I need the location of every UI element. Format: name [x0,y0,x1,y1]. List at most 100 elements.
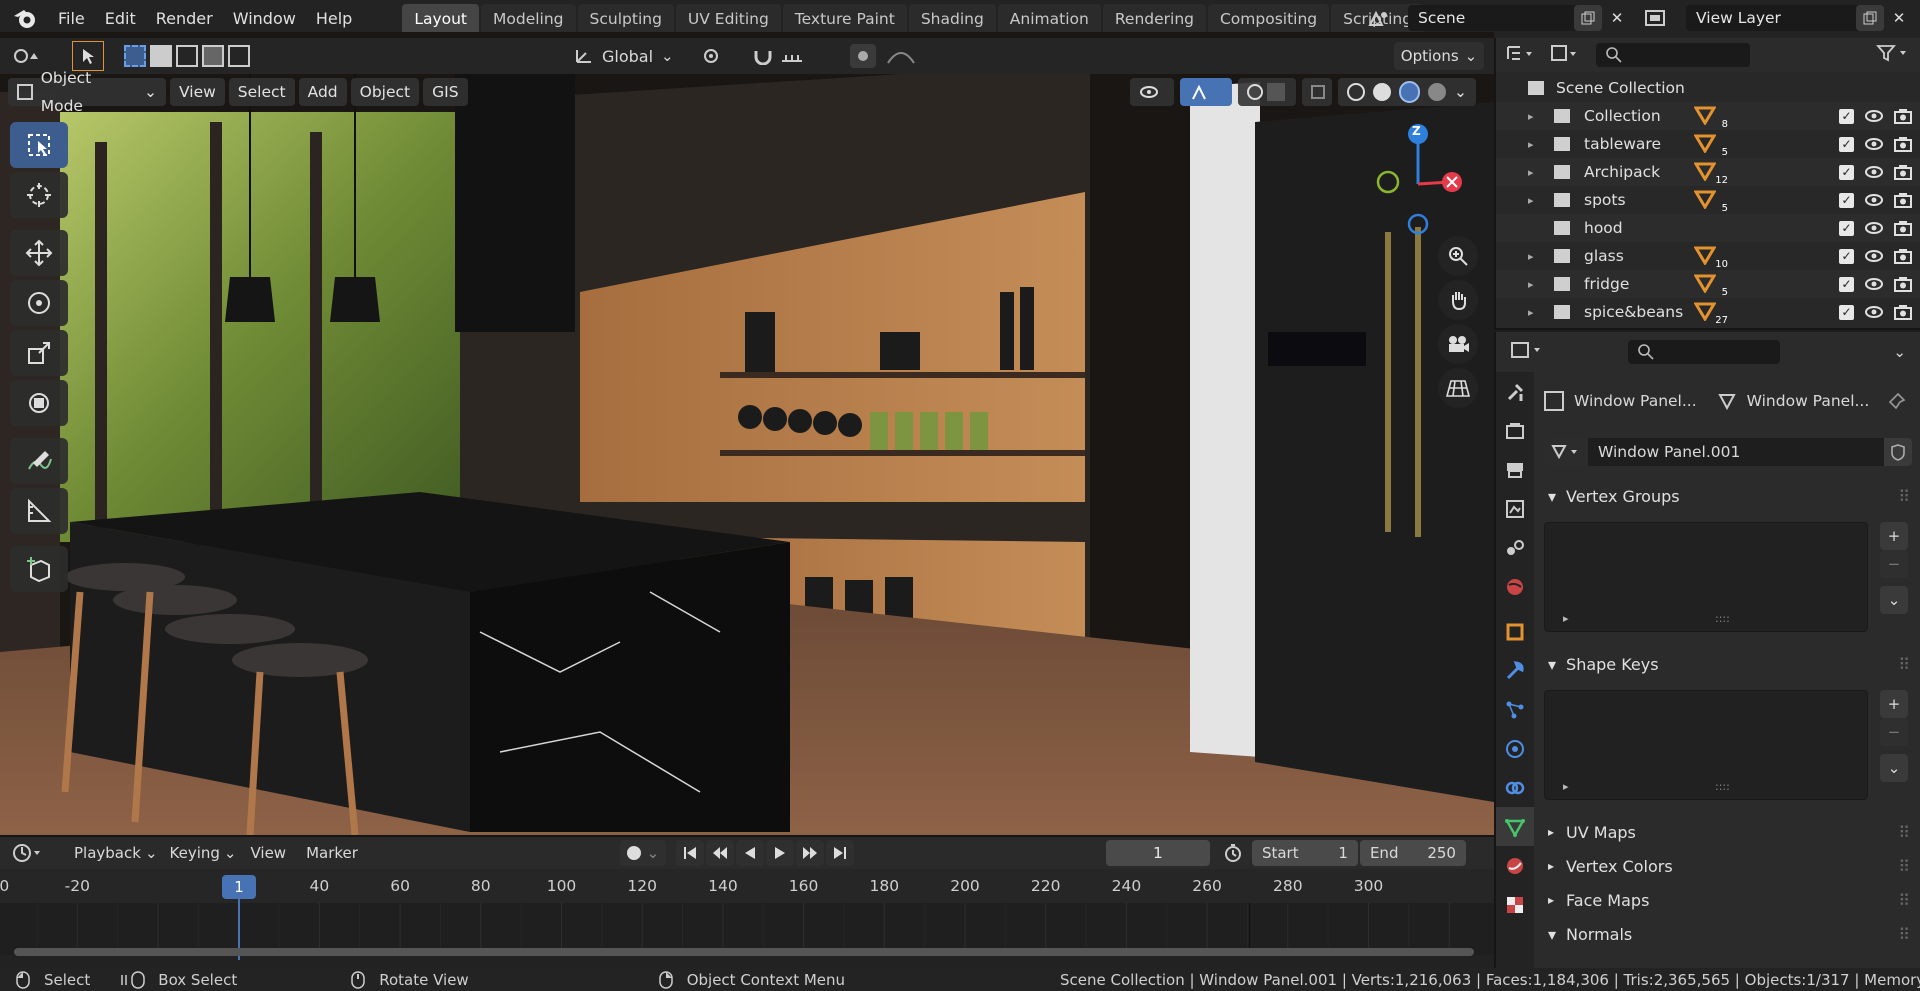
viewport-menu-add[interactable]: Add [298,78,347,106]
camera-render-icon[interactable] [1894,304,1912,320]
record-keyframe-button[interactable]: ⌄ [619,840,666,866]
outliner-editor-icon[interactable] [1506,44,1546,66]
tab-texture-paint[interactable]: Texture Paint [782,4,907,34]
list-resize-handle-icon[interactable]: :::: [1715,780,1730,793]
expand-arrow-icon[interactable]: ▸ [1528,278,1542,291]
vertex-groups-list[interactable]: ▸ :::: [1544,522,1868,632]
scene-name-field[interactable]: Scene [1408,5,1584,31]
exclude-checkbox[interactable]: ✓ [1839,276,1854,292]
view-layer-field[interactable]: View Layer [1686,5,1866,31]
select-box-tool[interactable] [10,122,68,168]
particles-tab-icon[interactable] [1496,690,1534,729]
view-layer-icon[interactable] [1644,5,1684,31]
scale-tool[interactable] [10,330,68,376]
mesh-name-field[interactable]: Window Panel.001 [1598,443,1740,461]
properties-search-input[interactable] [1628,340,1780,364]
mesh-data-tab-icon[interactable] [1496,807,1534,846]
scene-icon[interactable] [1364,5,1394,31]
add-cube-tool[interactable] [10,546,68,592]
transform-orientation[interactable]: Global ⌄ [574,47,674,66]
outliner-search-input[interactable] [1596,43,1750,67]
new-scene-icon[interactable] [1574,5,1602,31]
timeline-scrollbar[interactable] [14,948,1474,956]
outliner-row[interactable]: ▸ Archipack 12 ✓ [1496,158,1920,186]
expand-arrow-icon[interactable]: ▸ [1528,110,1542,123]
exclude-checkbox[interactable]: ✓ [1839,108,1854,124]
play-reverse-icon[interactable] [735,840,764,866]
viewport-menu-object[interactable]: Object [350,78,420,106]
eye-icon[interactable] [1864,165,1884,179]
breadcrumb-object[interactable]: Window Panel... [1574,392,1697,410]
jump-end-icon[interactable] [825,840,854,866]
outliner-row[interactable]: ▸ spice&beans 27 ✓ [1496,298,1920,326]
modifier-tab-icon[interactable] [1496,651,1534,690]
viewport-menu-gis[interactable]: GIS [423,78,468,106]
timeline-menu-view[interactable]: View [250,844,286,862]
chevron-down-icon[interactable]: ⌄ [1893,343,1906,361]
playhead-frame-badge[interactable]: 1 [222,875,256,899]
constraints-tab-icon[interactable] [1496,768,1534,807]
expand-arrow-icon[interactable]: ▸ [1528,250,1542,263]
vertex-colors-panel-header[interactable]: ▸ Vertex Colors ⠿ [1536,850,1920,882]
display-mode-icon[interactable] [1550,44,1590,66]
select-invert-icon[interactable] [202,45,224,67]
object-tab-icon[interactable] [1496,612,1534,651]
camera-render-icon[interactable] [1894,220,1912,236]
outliner-row[interactable]: hood ✓ [1496,214,1920,242]
snap-increment-icon[interactable] [780,47,804,65]
pivot-point-icon[interactable] [702,47,744,65]
cursor-tool[interactable] [10,172,68,218]
properties-editor-icon[interactable] [1510,341,1554,363]
breadcrumb-data[interactable]: Window Panel... [1747,392,1870,410]
perspective-grid-icon[interactable] [1438,368,1478,408]
camera-render-icon[interactable] [1894,136,1912,152]
outliner-scene-collection[interactable]: Scene Collection [1496,74,1920,102]
timeline-menu-marker[interactable]: Marker [306,844,358,862]
3d-viewport[interactable] [0,32,1494,835]
fake-user-shield-icon[interactable] [1884,438,1912,466]
camera-render-icon[interactable] [1894,164,1912,180]
remove-scene-icon[interactable]: ✕ [1604,5,1630,31]
remove-view-layer-icon[interactable]: ✕ [1886,5,1912,31]
remove-vertex-group-button[interactable]: − [1880,550,1908,578]
timeline-editor-icon[interactable] [12,843,60,863]
expand-arrow-icon[interactable]: ▸ [1528,138,1542,151]
chevron-down-icon[interactable]: ⌄ [1454,78,1467,106]
camera-render-icon[interactable] [1894,248,1912,264]
eye-icon[interactable] [1864,305,1884,319]
timeline-menu-keying[interactable]: Keying [170,844,220,862]
viewport-menu-view[interactable]: View [170,78,225,106]
options-button[interactable]: Options ⌄ [1394,42,1484,70]
camera-render-icon[interactable] [1894,192,1912,208]
current-frame-field[interactable]: 1 [1105,840,1210,866]
mode-selector[interactable]: Object Mode ⌄ [8,69,166,115]
material-preview-icon[interactable] [1398,81,1421,103]
eye-icon[interactable] [1864,137,1884,151]
zoom-icon[interactable] [1438,236,1478,276]
eye-icon[interactable] [1864,193,1884,207]
tool-tab-icon[interactable] [1496,372,1534,411]
timeline-menu-playback[interactable]: Playback [74,844,141,862]
drag-handle-icon[interactable]: ⠿ [1898,925,1910,944]
tab-sculpting[interactable]: Sculpting [577,4,674,34]
face-maps-panel-header[interactable]: ▸ Face Maps ⠿ [1536,884,1920,916]
list-resize-handle-icon[interactable]: :::: [1715,612,1730,625]
camera-render-icon[interactable] [1894,108,1912,124]
next-keyframe-icon[interactable] [795,840,824,866]
select-intersect-icon[interactable] [228,45,250,67]
visibility-icon[interactable] [1130,78,1174,106]
xray-toggle-icon[interactable] [1302,78,1332,106]
exclude-checkbox[interactable]: ✓ [1839,220,1854,236]
camera-render-icon[interactable] [1894,276,1912,292]
gizmo-toggle-icon[interactable] [1180,78,1232,106]
end-frame-field[interactable]: End 250 [1359,840,1466,866]
expand-arrow-icon[interactable]: ▸ [1528,194,1542,207]
tab-modeling[interactable]: Modeling [481,4,576,34]
normals-panel-header[interactable]: ▾ Normals ⠿ [1536,918,1920,950]
jump-start-icon[interactable] [675,840,704,866]
blender-logo-icon[interactable] [12,6,38,32]
solid-shading-icon[interactable] [1372,83,1391,101]
tab-shading[interactable]: Shading [908,4,996,34]
vertex-groups-panel-header[interactable]: ▾ Vertex Groups ⠿ [1536,480,1920,512]
drag-handle-icon[interactable]: ⠿ [1898,655,1910,674]
